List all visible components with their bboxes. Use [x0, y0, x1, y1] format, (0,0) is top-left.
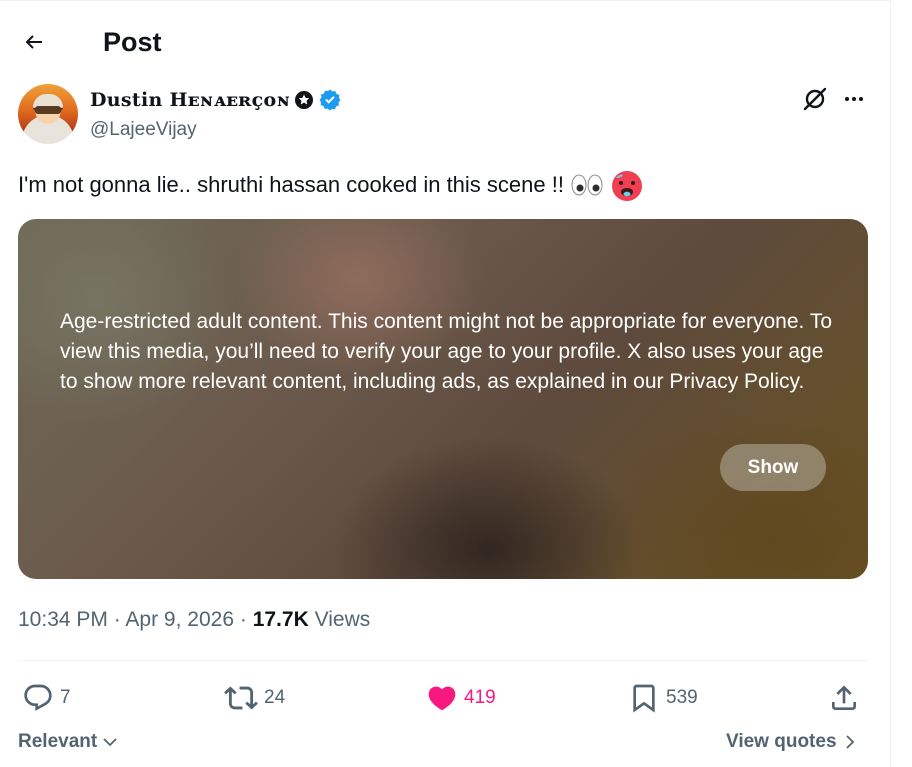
sensitive-media-card[interactable]: Age-restricted adult content. This conte… — [18, 219, 868, 579]
show-media-button[interactable]: Show — [720, 444, 826, 491]
heart-filled-icon — [428, 686, 456, 711]
reply-count: 7 — [60, 687, 71, 708]
header-bar: Post — [0, 14, 890, 70]
view-quotes-label: View quotes — [726, 731, 837, 752]
back-button[interactable] — [14, 24, 54, 60]
like-count: 419 — [464, 687, 496, 708]
eyes-emoji-icon — [571, 174, 603, 196]
share-icon — [832, 685, 856, 710]
meta-separator: · — [113, 608, 121, 631]
avatar[interactable] — [18, 84, 78, 144]
post-text-body: I'm not gonna lie.. shruthi hassan cooke… — [18, 172, 564, 197]
like-button[interactable]: 419 — [426, 680, 496, 716]
chevron-right-icon — [845, 735, 854, 749]
bookmark-count: 539 — [666, 687, 698, 708]
verified-badge-icon[interactable] — [318, 88, 342, 112]
actions-divider — [18, 660, 868, 661]
repost-count: 24 — [264, 687, 286, 708]
meta-separator: · — [239, 608, 247, 631]
column-border — [890, 0, 891, 767]
views-label: Views — [314, 608, 371, 631]
more-options-button[interactable] — [838, 84, 870, 114]
more-dots-icon — [845, 97, 863, 101]
arrow-left-icon — [25, 35, 42, 49]
top-divider — [0, 0, 891, 1]
post-page: Post Dustin Hᴇɴᴀᴇʀçᴏɴ @LajeeVijay I'm no… — [0, 0, 912, 767]
repost-button[interactable]: 24 — [224, 680, 285, 716]
post-date[interactable]: Apr 9, 2026 — [125, 608, 234, 631]
sort-dropdown[interactable]: Relevant — [18, 731, 119, 753]
post-text: I'm not gonna lie.. shruthi hassan cooke… — [18, 168, 878, 202]
views-count: 17.7K — [252, 608, 309, 631]
affiliate-badge-icon — [295, 91, 314, 109]
grok-button[interactable] — [800, 84, 830, 114]
age-restriction-warning: Age-restricted adult content. This conte… — [60, 310, 833, 393]
author-name-row[interactable]: Dustin Hᴇɴᴀᴇʀçᴏɴ — [90, 88, 342, 112]
reply-icon — [24, 684, 52, 711]
view-quotes-link[interactable]: View quotes — [726, 731, 857, 753]
grok-icon — [803, 87, 827, 111]
post-meta: 10:34 PM · Apr 9, 2026 · 17.7K Views — [18, 606, 370, 634]
bookmark-icon — [633, 684, 655, 713]
sort-label: Relevant — [18, 731, 98, 752]
share-button[interactable] — [828, 680, 860, 716]
repost-icon — [224, 686, 258, 710]
bookmark-button[interactable]: 539 — [628, 680, 698, 716]
page-title: Post — [103, 27, 162, 57]
author-handle[interactable]: @LajeeVijay — [90, 118, 197, 142]
chevron-down-icon — [103, 738, 117, 747]
post-time[interactable]: 10:34 PM — [18, 608, 108, 631]
author-name[interactable]: Dustin Hᴇɴᴀᴇʀçᴏɴ — [90, 88, 290, 112]
hot-face-emoji-icon — [611, 171, 642, 201]
reply-button[interactable]: 7 — [22, 680, 71, 716]
